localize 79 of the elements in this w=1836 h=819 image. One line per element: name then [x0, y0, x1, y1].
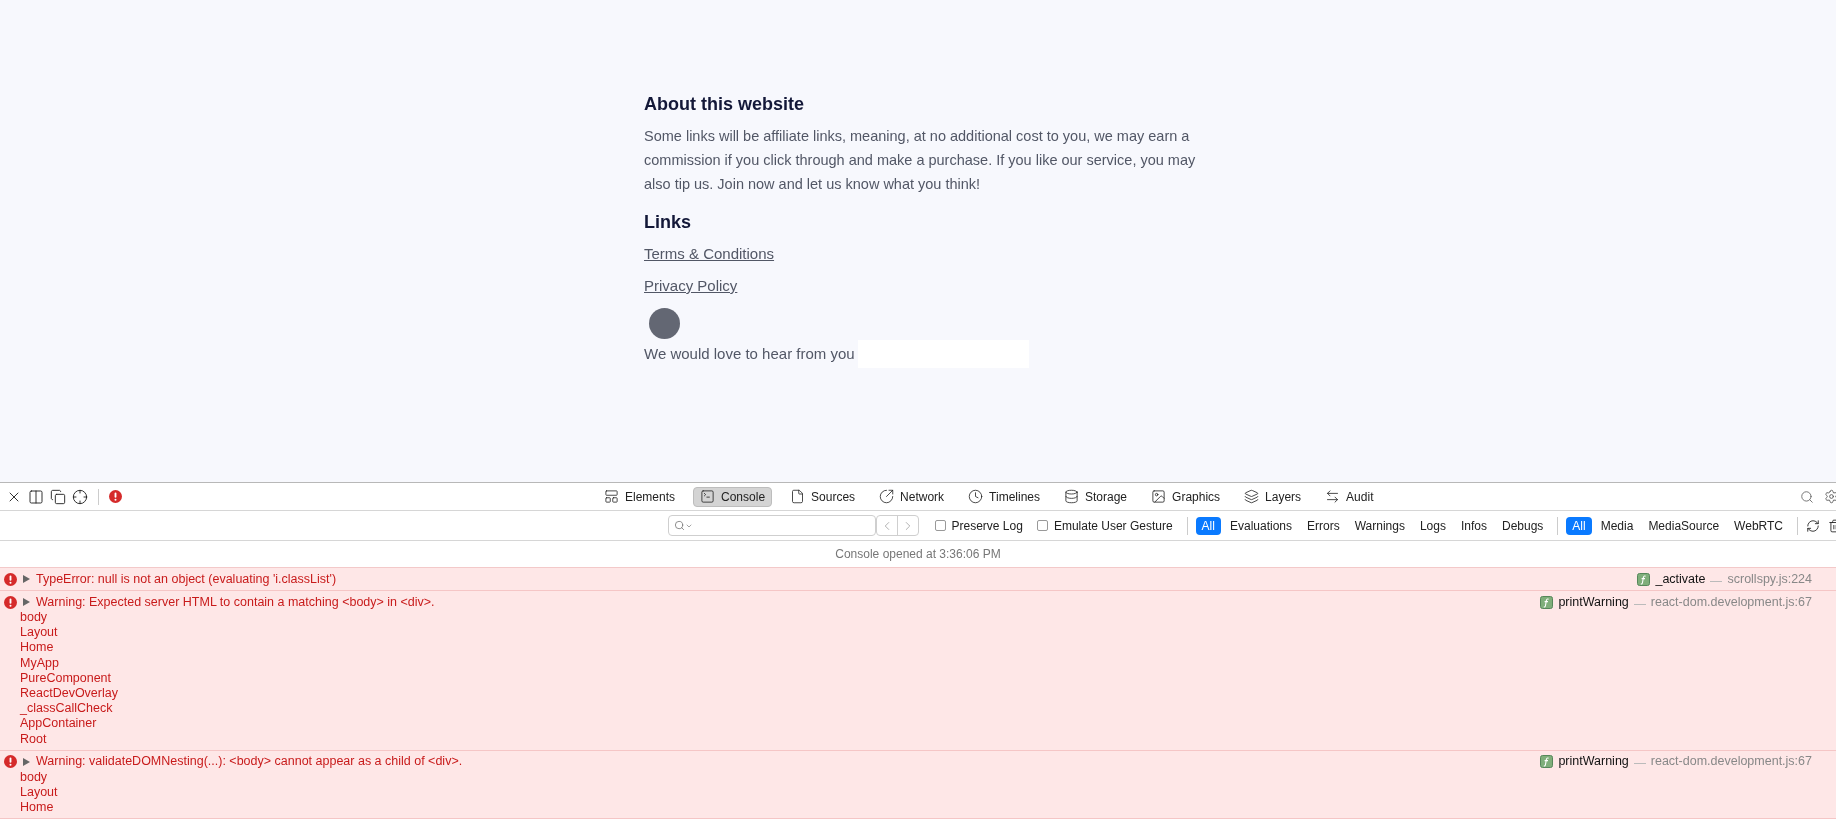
stack-line: PureComponent	[19, 670, 112, 686]
file-icon	[790, 489, 806, 504]
error-icon	[4, 755, 17, 769]
stack-line: _classCallCheck	[19, 701, 113, 717]
function-name: printWarning	[1558, 753, 1629, 771]
message-text: Warning: validateDOMNesting(...): <body> cannot appear as a child of <div>.	[36, 753, 463, 771]
devtools-tab[interactable]: Storage	[1058, 486, 1134, 507]
stack-line: body	[19, 610, 48, 626]
message-text: Warning: Expected server HTML to contain a matching <body> in <div>.	[36, 593, 435, 611]
checkbox[interactable]	[934, 520, 946, 531]
settings-icon[interactable]	[1824, 489, 1836, 504]
filter-button[interactable]: Infos	[1454, 516, 1493, 535]
console-timestamp: Console opened at 3:36:06 PM	[835, 546, 1001, 563]
section-heading: About this website	[644, 93, 805, 116]
stack-line: MyApp	[19, 655, 59, 671]
checkbox-label: Preserve Log	[951, 517, 1023, 535]
checkbox[interactable]	[1036, 520, 1048, 531]
stack-line: ReactDevOverlay	[19, 686, 118, 702]
undock-icon[interactable]	[50, 488, 66, 505]
source-location: scrollspy.js:224	[1727, 570, 1812, 588]
stack-line: Home	[19, 800, 54, 816]
function-icon	[1540, 755, 1554, 769]
source-location: react-dom.development.js:67	[1650, 593, 1812, 611]
filter-button[interactable]: MediaSource	[1642, 516, 1726, 535]
swap-arrows-icon	[1325, 489, 1341, 504]
section-heading: Links	[644, 211, 692, 234]
footer-link[interactable]: Terms & Conditions	[644, 242, 775, 266]
panels-icon	[604, 489, 619, 504]
expand-icon[interactable]	[23, 598, 30, 606]
devtools-tab[interactable]: Timelines	[962, 486, 1046, 507]
stack-line: Layout	[19, 625, 58, 641]
filter-button[interactable]: Errors	[1301, 516, 1346, 535]
terminal-icon	[700, 489, 716, 504]
feedback-text: We would love to hear from you	[644, 344, 855, 364]
devtools-tab[interactable]: Graphics	[1145, 486, 1227, 507]
message-text: TypeError: null is not an object (evaluating 'i.classList')	[36, 570, 337, 588]
devtools-tab[interactable]: Network	[873, 486, 951, 507]
search-icon[interactable]	[1800, 489, 1814, 504]
crosshair-icon[interactable]	[72, 488, 88, 505]
filter-button[interactable]: Debugs	[1495, 516, 1550, 535]
refresh-icon[interactable]	[1806, 518, 1820, 533]
devtools-tab[interactable]: Audit	[1319, 486, 1380, 507]
footer-link[interactable]: Privacy Policy	[644, 274, 738, 298]
stack-line: AppContainer	[19, 716, 97, 732]
stack-line: body	[19, 769, 48, 786]
about-paragraph: Some links will be affiliate links, meaning, at no additional cost to you, we may earn a commission if you click through and make a purchase. If you like our service, you may also tip us. Join now and let us know what you think!	[644, 127, 1197, 194]
devtools-tab[interactable]: Layers	[1238, 486, 1308, 507]
filter-field[interactable]	[667, 515, 876, 536]
stack-line: Layout	[19, 785, 58, 801]
function-icon	[1637, 572, 1651, 586]
source-location: react-dom.development.js:67	[1650, 753, 1812, 771]
function-icon	[1540, 595, 1554, 609]
filter-button[interactable]: Evaluations	[1223, 516, 1298, 535]
filter-button[interactable]: Media	[1594, 516, 1640, 535]
arrows-circle-icon	[879, 489, 895, 504]
function-name: _activate	[1655, 570, 1706, 588]
filter-button[interactable]: WebRTC	[1728, 516, 1789, 535]
expand-icon[interactable]	[23, 575, 30, 583]
filter-button[interactable]: All	[1195, 516, 1221, 535]
checkbox-label: Emulate User Gesture	[1053, 517, 1173, 535]
layers-icon	[1244, 489, 1260, 504]
filter-button[interactable]: Logs	[1413, 516, 1452, 535]
devtools-tab[interactable]: Elements	[598, 486, 682, 507]
error-icon	[4, 595, 17, 609]
devtools-tab[interactable]: Console	[693, 486, 773, 507]
clock-icon	[968, 489, 984, 504]
database-icon	[1064, 489, 1079, 504]
function-name: printWarning	[1558, 593, 1629, 611]
stack-line: Home	[19, 640, 54, 656]
search-icon	[673, 520, 685, 531]
dock-side-icon[interactable]	[28, 488, 44, 505]
error-icon	[109, 490, 122, 503]
error-icon	[4, 572, 17, 586]
expand-icon[interactable]	[23, 757, 30, 766]
stack-line: Root	[19, 731, 47, 747]
filter-button[interactable]: Warnings	[1348, 516, 1411, 535]
devtools-tab[interactable]: Sources	[784, 486, 862, 507]
image-icon	[1151, 489, 1167, 504]
filter-button[interactable]: All	[1566, 516, 1592, 535]
